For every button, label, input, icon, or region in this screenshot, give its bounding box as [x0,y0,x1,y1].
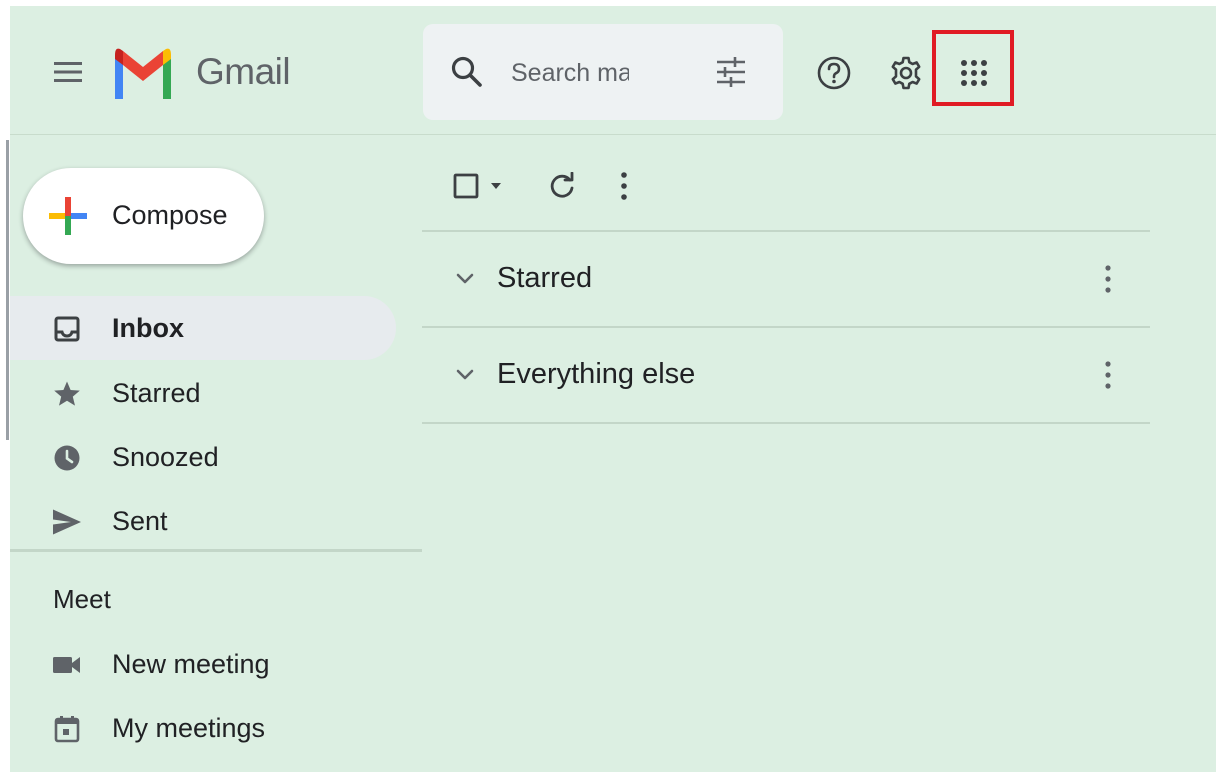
sidebar-item-label: Snoozed [112,442,219,472]
sidebar-item-label: Inbox [112,313,184,343]
section-label: Starred [497,262,593,294]
top-bar: Gmail [10,6,1216,135]
dropdown-arrow-icon [491,183,501,189]
more-vert-icon[interactable] [1096,262,1120,296]
calendar-icon [50,712,84,746]
section-label: Everything else [497,358,696,390]
checkbox-icon [453,173,479,199]
compose-plus-icon [49,197,87,235]
send-icon [50,505,84,539]
sidebar-item-my-meetings[interactable]: My meetings [10,696,396,760]
sidebar-item-snoozed[interactable]: Snoozed [10,425,396,489]
refresh-icon [550,172,574,198]
section-starred[interactable]: Starred [422,232,1150,326]
compose-label: Compose [112,200,228,230]
sidebar-item-starred[interactable]: Starred [10,361,396,425]
meet-section-heading: Meet [53,584,111,614]
gmail-window: Gmail Search mail Compose Inbox Starred … [10,6,1216,772]
chevron-down-icon [456,369,474,380]
sidebar-item-inbox[interactable]: Inbox [10,296,396,360]
chevron-down-icon [456,273,474,284]
app-name: Gmail [196,51,291,92]
compose-button[interactable]: Compose [23,168,264,264]
more-vert-icon [621,172,627,200]
tune-icon[interactable] [713,54,749,90]
star-icon [50,377,84,411]
gear-icon [891,56,921,90]
gmail-logo-icon[interactable] [113,45,173,99]
main-menu-button[interactable] [50,54,86,90]
select-all-checkbox[interactable] [448,166,484,206]
more-options-button[interactable] [612,166,636,206]
sidebar-item-label: New meeting [112,649,270,679]
hamburger-menu-icon [54,62,82,82]
inbox-icon [50,312,84,346]
sidebar-item-sent[interactable]: Sent [10,489,396,553]
apps-highlight-box [932,30,1014,106]
more-vert-icon[interactable] [1096,358,1120,392]
sidebar-item-label: My meetings [112,713,266,743]
sidebar-item-label: Sent [112,506,168,536]
search-icon[interactable] [449,54,485,90]
settings-button[interactable] [886,53,926,93]
help-button[interactable] [814,53,854,93]
section-everything-else[interactable]: Everything else [422,328,1150,422]
sidebar-divider [10,549,422,552]
search-bar [423,24,783,120]
refresh-button[interactable] [544,166,580,206]
help-icon [817,56,851,90]
search-input[interactable] [511,58,629,88]
window-edge [6,140,9,440]
video-camera-icon [50,648,84,682]
sidebar-item-new-meeting[interactable]: New meeting [10,632,396,696]
select-dropdown-button[interactable] [486,174,506,198]
section-divider [422,422,1150,424]
clock-icon [50,441,84,475]
sidebar-item-label: Starred [112,378,201,408]
